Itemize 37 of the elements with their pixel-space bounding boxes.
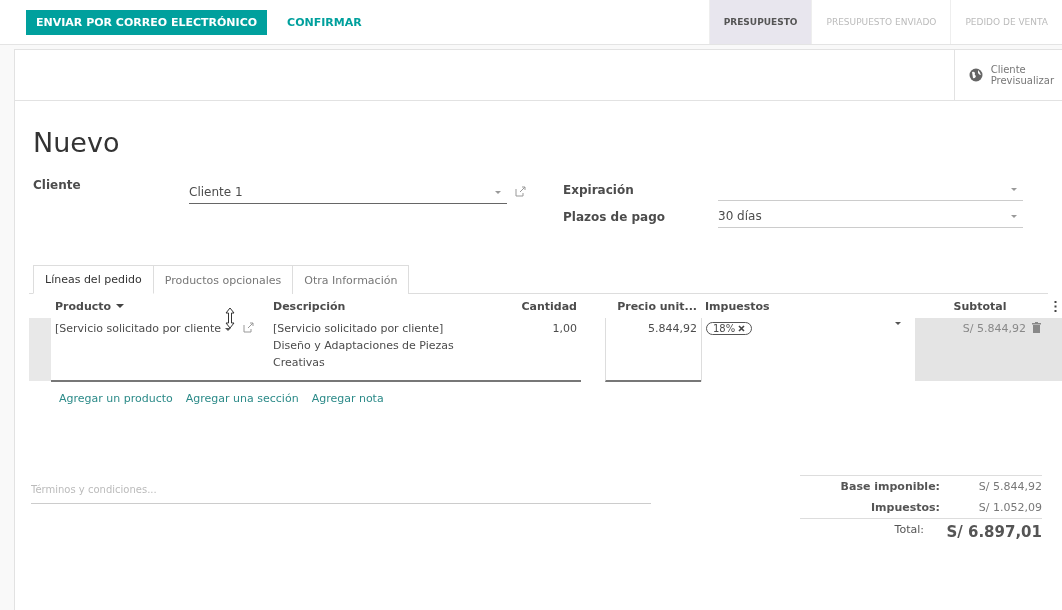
record-title: Nuevo xyxy=(33,127,121,158)
external-link-icon[interactable] xyxy=(243,322,255,333)
status-step[interactable]: PRESUPUESTO xyxy=(708,0,812,44)
remove-icon[interactable] xyxy=(738,325,746,332)
field-label: Expiración xyxy=(563,182,635,197)
total-value: S/ 6.897,01 xyxy=(945,523,1042,541)
field-label: Cliente xyxy=(33,178,82,192)
globe-icon xyxy=(968,68,983,82)
column-header[interactable]: Precio unit... xyxy=(605,294,701,318)
dropdown-field[interactable]: 30 días xyxy=(718,205,1023,228)
field-label: Plazos de pago xyxy=(563,209,666,224)
external-link-icon[interactable] xyxy=(515,186,526,197)
add-line-link[interactable]: Agregar un producto xyxy=(59,392,173,405)
add-line-link[interactable]: Agregar nota xyxy=(311,392,384,405)
total-label: Base imponible: xyxy=(840,480,940,493)
column-options-icon[interactable] xyxy=(1053,300,1057,312)
unit-price-field[interactable]: 5.844,92 xyxy=(648,322,697,335)
description-field[interactable]: [Servicio solicitado por cliente] Diseño y Adaptaciones de Piezas Creativas xyxy=(273,320,483,372)
tab[interactable]: Productos opcionales xyxy=(152,265,294,294)
total-value: S/ 1.052,09 xyxy=(977,501,1042,514)
tab[interactable]: Otra Información xyxy=(292,265,410,294)
total-label: Impuestos: xyxy=(870,501,940,514)
column-header[interactable]: Subtotal xyxy=(915,294,1045,318)
total-value: S/ 5.844,92 xyxy=(977,480,1042,493)
quantity-field[interactable]: 1,00 xyxy=(552,322,577,335)
column-header[interactable]: Producto xyxy=(51,294,269,318)
trash-icon[interactable] xyxy=(1032,322,1041,333)
subtotal-value: S/ 5.844,92 xyxy=(962,322,1026,335)
column-header[interactable]: Impuestos xyxy=(701,294,915,318)
row-handle[interactable] xyxy=(29,318,51,382)
total-label: Total: xyxy=(894,523,924,538)
add-line-link[interactable]: Agregar una sección xyxy=(185,392,299,405)
column-header[interactable]: Descripción xyxy=(269,294,487,318)
sort-caret-icon[interactable] xyxy=(116,304,125,308)
tab[interactable]: Líneas del pedido xyxy=(33,265,154,294)
customer-field[interactable]: Cliente 1 xyxy=(189,181,507,204)
column-header[interactable]: Cantidad xyxy=(487,294,581,318)
